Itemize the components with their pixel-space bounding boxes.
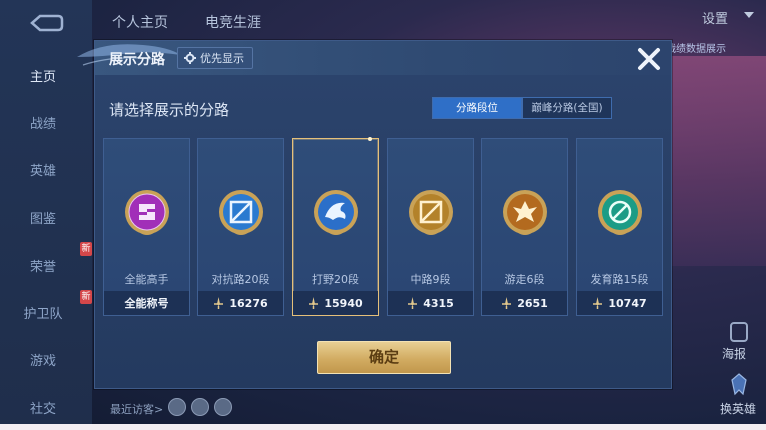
lane-score-value: 2651: [517, 296, 548, 310]
recent-visitors-link[interactable]: 最近访客>: [110, 401, 163, 417]
lane-name: 发育路15段: [590, 273, 649, 286]
close-icon[interactable]: [635, 45, 663, 73]
lane-card-jungle[interactable]: 打野20段 15940: [292, 137, 379, 316]
sword-icon: [502, 297, 512, 309]
nav-honor[interactable]: 荣誉: [0, 256, 86, 275]
lane-card-mid[interactable]: 中路9段 4315: [387, 138, 474, 316]
clash-lane-icon: [219, 190, 263, 235]
confirm-button[interactable]: 确定: [317, 341, 451, 374]
lane-score-value: 全能称号: [124, 297, 169, 310]
new-badge: 新: [80, 242, 92, 256]
change-hero-icon[interactable]: [728, 372, 750, 396]
selected-marker: [368, 137, 372, 141]
sword-icon: [214, 297, 224, 309]
change-hero-button[interactable]: 换英雄: [720, 400, 756, 417]
chevron-down-icon[interactable]: [744, 12, 754, 18]
lane-score-value: 16276: [229, 296, 268, 310]
lane-name: 全能高手: [124, 273, 169, 286]
nav-guard[interactable]: 护卫队: [0, 303, 86, 322]
lane-name: 对抗路20段: [211, 273, 270, 286]
roam-icon: [503, 190, 547, 235]
farm-lane-icon: [598, 190, 642, 235]
back-icon[interactable]: [26, 12, 64, 34]
tab-peak-lane[interactable]: 巅峰分路(全国): [522, 97, 612, 119]
tab-profile[interactable]: 个人主页: [112, 12, 168, 32]
nav-codex[interactable]: 图鉴: [0, 208, 86, 227]
jungle-icon: [314, 190, 358, 235]
sword-icon: [309, 297, 319, 309]
priority-display-button[interactable]: 优先显示: [177, 47, 253, 69]
settings-button[interactable]: 设置: [702, 8, 728, 27]
lane-score: 2651: [482, 291, 567, 315]
all-round-icon: [125, 190, 169, 235]
nav-games[interactable]: 游戏: [0, 350, 86, 369]
lane-score-value: 15940: [324, 296, 363, 310]
poster-button[interactable]: 海报: [722, 345, 746, 362]
dialog-subtitle: 请选择展示的分路: [109, 101, 230, 119]
display-lane-dialog: 展示分路 优先显示 请选择展示的分路 分路段位 巅峰分路(全国) 全能高手 全能…: [77, 40, 672, 389]
bottom-strip: [0, 424, 766, 430]
lane-score: 16276: [198, 291, 283, 315]
gear-icon: [184, 52, 196, 64]
sword-icon: [593, 297, 603, 309]
lane-card-roam[interactable]: 游走6段 2651: [481, 138, 568, 316]
mid-lane-icon: [409, 190, 453, 235]
new-badge: 新: [80, 290, 92, 304]
lane-score: 15940: [293, 291, 378, 315]
nav-records[interactable]: 战绩: [0, 113, 86, 132]
data-display-label[interactable]: 战绩数据展示: [666, 40, 726, 55]
lane-card-farm[interactable]: 发育路15段 10747: [576, 138, 663, 316]
nav-home[interactable]: 主页: [0, 66, 86, 85]
avatar[interactable]: [191, 398, 209, 416]
nav-social[interactable]: 社交: [0, 398, 86, 417]
poster-icon[interactable]: [730, 322, 748, 342]
background-art: [672, 56, 766, 266]
lane-name: 游走6段: [504, 273, 545, 286]
tab-lane-rank[interactable]: 分路段位: [432, 97, 522, 119]
lane-name: 中路9段: [410, 273, 451, 286]
lane-score-value: 4315: [423, 296, 454, 310]
avatar[interactable]: [214, 398, 232, 416]
lane-score-value: 10747: [608, 296, 647, 310]
sword-icon: [408, 297, 418, 309]
lane-score: 10747: [577, 291, 662, 315]
lane-score: 4315: [388, 291, 473, 315]
lane-name: 打野20段: [312, 273, 359, 286]
avatar[interactable]: [168, 398, 186, 416]
priority-display-label: 优先显示: [200, 51, 244, 65]
dialog-title: 展示分路: [109, 52, 165, 68]
lane-card-clash[interactable]: 对抗路20段 16276: [197, 138, 284, 316]
tab-esports[interactable]: 电竞生涯: [205, 12, 261, 32]
lane-score: 全能称号: [104, 291, 189, 315]
lane-card-all-round[interactable]: 全能高手 全能称号: [103, 138, 190, 316]
nav-heroes[interactable]: 英雄: [0, 160, 86, 179]
